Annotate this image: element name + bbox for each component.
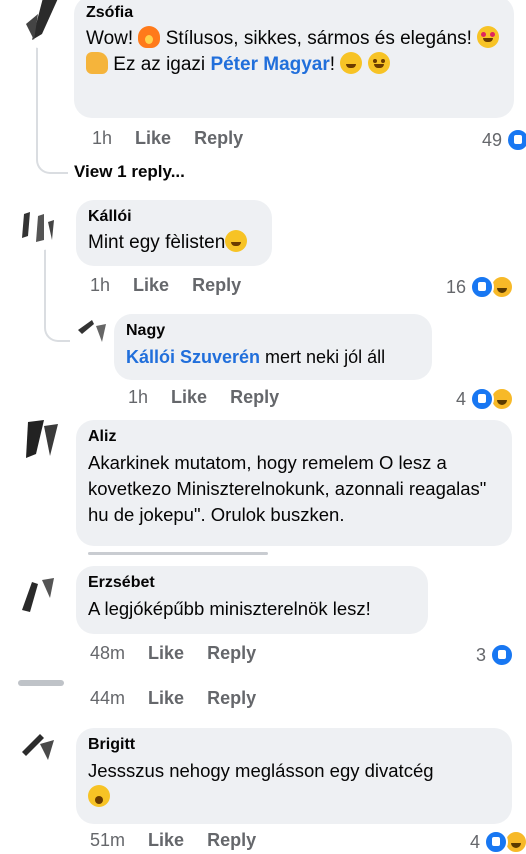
thread-connector — [44, 300, 70, 342]
like-button[interactable]: Like — [148, 688, 184, 708]
reaction-count[interactable]: 3 — [476, 643, 515, 667]
comment-actions: 44m Like Reply — [90, 688, 274, 709]
comment-author[interactable]: Kállói — [88, 208, 260, 226]
reaction-count[interactable]: 16 — [446, 275, 515, 299]
reaction-number: 4 — [456, 388, 467, 409]
comment-time[interactable]: 1h — [92, 128, 112, 148]
comment-text-part: Jessszus nehogy meglásson egy divatcég — [88, 760, 434, 781]
grin-emoji-icon — [225, 230, 248, 252]
reaction-count[interactable]: 4 — [456, 387, 515, 411]
avatar[interactable] — [72, 312, 116, 356]
comment-text: Wow! Stílusos, sikkes, sármos és elegáns… — [86, 26, 502, 78]
comment-author[interactable]: Nagy — [126, 322, 420, 340]
comment-time[interactable]: 1h — [128, 387, 148, 407]
reaction-number: 4 — [470, 831, 481, 852]
reaction-count[interactable]: 49 — [482, 128, 526, 152]
comment-author[interactable]: Brigitt — [88, 736, 500, 754]
comment-text-part: mert neki jól áll — [260, 347, 386, 367]
comment-text: Kállói Szuverén mert neki jól áll — [126, 344, 420, 370]
like-reaction-icon — [470, 387, 495, 411]
comment-bubble: Nagy Kállói Szuverén mert neki jól áll — [114, 314, 432, 380]
like-button[interactable]: Like — [135, 128, 171, 148]
comment-actions: 1h Like Reply — [92, 128, 261, 149]
avatar[interactable] — [14, 418, 68, 472]
comment-bubble: Brigitt Jessszus nehogy meglásson egy di… — [76, 728, 512, 824]
reply-button[interactable]: Reply — [194, 128, 243, 148]
comment-bubble: Kállói Mint egy fèlisten — [76, 200, 272, 266]
mention-link[interactable]: Péter Magyar — [210, 54, 329, 75]
comment-text-part: Ez az igazi — [108, 54, 211, 75]
comment-text: A legjóképűbb miniszterelnök lesz! — [88, 598, 371, 619]
avatar[interactable] — [18, 680, 64, 686]
thumbs-up-emoji-icon — [86, 52, 108, 74]
reply-button[interactable]: Reply — [230, 387, 279, 407]
fire-icon — [138, 26, 161, 48]
comment-actions: 48m Like Reply — [90, 643, 274, 664]
view-replies-link[interactable]: View 1 reply... — [74, 162, 185, 182]
comment-time[interactable]: 1h — [90, 275, 110, 295]
mention-link[interactable]: Kállói Szuverén — [126, 347, 260, 367]
reply-button[interactable]: Reply — [207, 643, 256, 663]
like-reaction-icon — [470, 275, 495, 299]
open-mouth-emoji-icon — [88, 785, 110, 807]
reply-button[interactable]: Reply — [207, 688, 256, 708]
reaction-number: 16 — [446, 276, 467, 297]
like-button[interactable]: Like — [148, 830, 184, 850]
like-reaction-icon — [484, 830, 509, 854]
thread-connector — [36, 40, 68, 174]
comment-text: Jessszus nehogy meglásson egy divatcég — [88, 758, 500, 810]
reaction-number: 49 — [482, 129, 503, 150]
wink-emoji-icon — [367, 52, 390, 74]
comment-actions: 1h Like Reply — [128, 387, 297, 408]
comment-text-part: ! — [329, 54, 341, 75]
like-button[interactable]: Like — [133, 275, 169, 295]
avatar[interactable] — [14, 726, 68, 780]
like-button[interactable]: Like — [148, 643, 184, 663]
reply-button[interactable]: Reply — [207, 830, 256, 850]
comment-time[interactable]: 51m — [90, 830, 125, 850]
avatar[interactable] — [14, 196, 68, 250]
comment-actions: 51m Like Reply — [90, 830, 274, 851]
like-button[interactable]: Like — [171, 387, 207, 407]
reaction-count[interactable]: 4 — [470, 830, 526, 854]
avatar[interactable] — [14, 570, 68, 624]
comment-author[interactable]: Erzsébet — [88, 574, 416, 592]
heart-eyes-emoji-icon — [477, 26, 500, 48]
comment-text: Akarkinek mutatom, hogy remelem O lesz a… — [88, 452, 487, 525]
like-reaction-icon — [490, 643, 515, 667]
comment-author[interactable]: Zsófia — [86, 4, 502, 22]
comment-text-part: Wow! — [86, 28, 139, 49]
comment-bubble: Erzsébet A legjóképűbb miniszterelnök le… — [76, 566, 428, 634]
comment-actions: 1h Like Reply — [90, 275, 259, 296]
reaction-number: 3 — [476, 644, 487, 665]
comment-text-part: Mint egy fèlisten — [88, 232, 226, 253]
reply-button[interactable]: Reply — [192, 275, 241, 295]
comment-text-part: Stílusos, sikkes, sármos és elegáns! — [160, 28, 478, 49]
comment-author[interactable]: Aliz — [88, 428, 500, 446]
comment-time[interactable]: 48m — [90, 643, 125, 663]
comment-bubble: Zsófia Wow! Stílusos, sikkes, sármos és … — [74, 0, 514, 118]
comment-time[interactable]: 44m — [90, 688, 125, 708]
comment-actions — [88, 548, 288, 556]
comment-bubble: Aliz Akarkinek mutatom, hogy remelem O l… — [76, 420, 512, 546]
comment-text: Mint egy fèlisten — [88, 230, 260, 256]
like-reaction-icon — [506, 128, 526, 152]
grin-emoji-icon — [340, 52, 363, 74]
